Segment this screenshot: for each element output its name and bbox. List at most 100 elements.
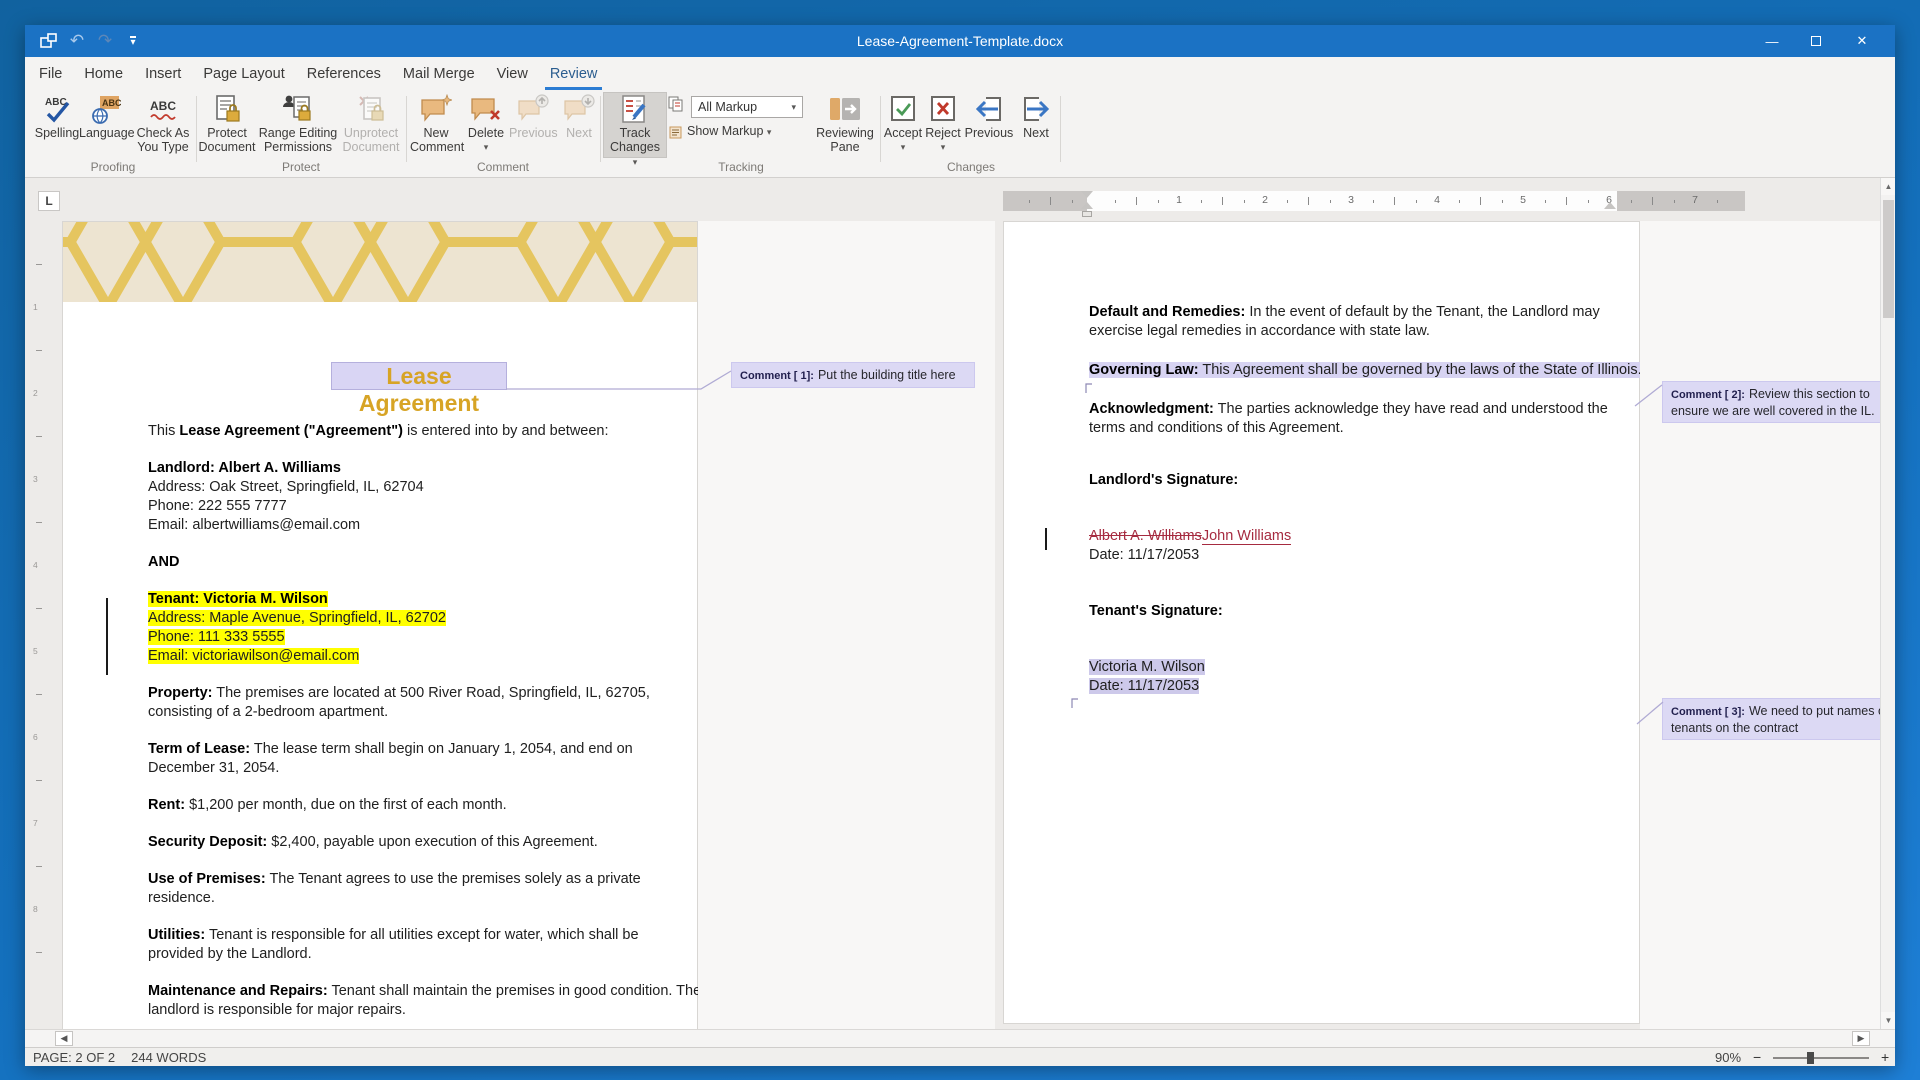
spelling-icon: ABC <box>33 94 81 126</box>
track-changes-button[interactable]: Track Changes ▾ <box>606 94 664 169</box>
comment-margin-left: Comment [ 1]:Put the building title here <box>698 221 995 1029</box>
deleted-text: Albert A. Williams <box>1089 528 1202 544</box>
ribbon-separator <box>196 96 197 162</box>
hanging-indent-marker[interactable] <box>1081 202 1093 209</box>
first-line-indent-marker[interactable] <box>1081 191 1093 198</box>
intro-line: This Lease Agreement ("Agreement") is en… <box>148 422 748 441</box>
default-paragraph: Default and Remedies: In the event of de… <box>1089 303 1600 341</box>
property-paragraph: Property: The premises are located at 50… <box>148 684 748 722</box>
group-label-proofing: Proofing <box>91 160 136 174</box>
document-title: Lease-Agreement-Template.docx <box>25 33 1895 49</box>
reviewing-pane-icon <box>815 94 875 126</box>
utilities-paragraph: Utilities: Tenant is responsible for all… <box>148 926 748 964</box>
tenant-signature-highlighted: Victoria M. Wilson Date: 11/17/2053 <box>1089 658 1205 696</box>
tab-references[interactable]: References <box>296 57 392 90</box>
honeycomb-banner <box>63 222 697 302</box>
governing-law-paragraph: Governing Law: This Agreement shall be g… <box>1089 361 1642 380</box>
maximize-button[interactable] <box>1799 25 1833 57</box>
ruler-number: 7 <box>1692 194 1698 206</box>
page-2[interactable]: Default and Remedies: In the event of de… <box>1003 221 1640 1024</box>
tab-page-layout[interactable]: Page Layout <box>192 57 295 90</box>
tab-view[interactable]: View <box>486 57 539 90</box>
page-indicator[interactable]: PAGE: 2 OF 2 <box>33 1050 115 1065</box>
maximize-icon <box>1811 36 1821 46</box>
previous-change-button[interactable]: Previous <box>963 94 1015 140</box>
tab-review[interactable]: Review <box>539 57 609 90</box>
new-comment-button[interactable]: New Comment <box>410 94 462 154</box>
tab-insert[interactable]: Insert <box>134 57 192 90</box>
new-comment-icon <box>410 94 462 126</box>
spelling-button[interactable]: ABC Spelling <box>33 94 81 140</box>
next-comment-icon <box>558 94 600 126</box>
dropdown-caret-icon: ▾ <box>791 102 796 113</box>
comment-1[interactable]: Comment [ 1]:Put the building title here <box>731 362 975 388</box>
range-editing-permissions-button[interactable]: Range Editing Permissions <box>258 94 338 154</box>
tenant-block-highlighted: Tenant: Victoria M. Wilson Address: Mapl… <box>148 590 748 666</box>
document-heading[interactable]: Lease Agreement <box>331 362 507 390</box>
landlord-signature-label: Landlord's Signature: <box>1089 471 1238 490</box>
track-changes-caret: ▾ <box>633 157 638 167</box>
reviewing-pane-button[interactable]: Reviewing Pane <box>815 94 875 154</box>
minimize-button[interactable]: — <box>1755 25 1789 57</box>
word-count[interactable]: 244 WORDS <box>131 1050 206 1065</box>
accept-change-button[interactable]: Accept ▾ <box>883 94 923 154</box>
svg-text:ABC: ABC <box>102 98 121 108</box>
scroll-down-button[interactable]: ▼ <box>1881 1012 1895 1029</box>
scroll-left-button[interactable]: ◀ <box>55 1031 73 1046</box>
tab-stop-selector[interactable]: L <box>38 191 60 211</box>
tab-mail-merge[interactable]: Mail Merge <box>392 57 486 90</box>
unprotect-document-icon <box>339 94 403 126</box>
ribbon-separator <box>880 96 881 162</box>
unprotect-document-button: Unprotect Document <box>339 94 403 154</box>
scroll-right-button[interactable]: ▶ <box>1852 1031 1870 1046</box>
use-paragraph: Use of Premises: The Tenant agrees to us… <box>148 870 748 908</box>
vertical-scroll-thumb[interactable] <box>1883 200 1894 318</box>
delete-comment-button[interactable]: Delete ▾ <box>463 94 509 154</box>
zoom-slider-track[interactable] <box>1773 1057 1869 1059</box>
ruler-number: 4 <box>1434 194 1440 206</box>
language-icon: ABC <box>79 94 133 126</box>
right-indent-marker[interactable] <box>1604 202 1616 209</box>
check-as-you-type-button[interactable]: ABC Check As You Type <box>133 94 193 154</box>
previous-comment-button: Previous <box>509 94 557 140</box>
change-bar <box>106 598 108 675</box>
ribbon-separator <box>1060 96 1061 162</box>
close-button[interactable]: ✕ <box>1845 25 1879 57</box>
show-markup-icon[interactable] <box>669 126 682 139</box>
svg-text:ABC: ABC <box>150 99 176 113</box>
group-label-protect: Protect <box>282 160 320 174</box>
delete-dropdown-caret[interactable]: ▾ <box>463 140 509 154</box>
protect-document-button[interactable]: Protect Document <box>198 94 256 154</box>
show-markup-button[interactable]: Show Markup ▾ <box>687 124 771 138</box>
markup-view-dropdown[interactable]: All Markup ▾ <box>691 96 803 118</box>
previous-change-icon <box>963 94 1015 126</box>
zoom-level[interactable]: 90% <box>1715 1050 1741 1065</box>
scroll-up-button[interactable]: ▲ <box>1881 178 1895 195</box>
horizontal-scrollbar[interactable]: ◀ ▶ <box>25 1029 1895 1047</box>
zoom-slider-thumb[interactable] <box>1807 1052 1814 1064</box>
zoom-in-button[interactable]: + <box>1881 1049 1889 1065</box>
vertical-ruler[interactable]: 12345678 <box>31 221 47 1026</box>
comment-3[interactable]: Comment [ 3]:We need to put names of ten… <box>1662 698 1881 740</box>
left-indent-marker[interactable] <box>1082 211 1092 217</box>
protect-document-icon <box>198 94 256 126</box>
reject-change-button[interactable]: Reject ▾ <box>923 94 963 154</box>
comment-2[interactable]: Comment [ 2]:Review this section to ensu… <box>1662 381 1881 423</box>
group-label-comment: Comment <box>477 160 529 174</box>
comment-margin-right: Comment [ 2]:Review this section to ensu… <box>1640 221 1881 1029</box>
zoom-out-button[interactable]: − <box>1753 1049 1761 1065</box>
next-change-button[interactable]: Next <box>1015 94 1057 140</box>
rent-paragraph: Rent: $1,200 per month, due on the first… <box>148 796 748 815</box>
language-button[interactable]: ABC Language <box>79 94 133 140</box>
next-comment-button: Next <box>558 94 600 140</box>
horizontal-ruler[interactable]: 1234567 <box>1003 191 1745 211</box>
tab-home[interactable]: Home <box>73 57 134 90</box>
page1-body[interactable]: This Lease Agreement ("Agreement") is en… <box>148 422 748 1029</box>
copy-markup-icon[interactable] <box>668 96 684 112</box>
ruler-number: 1 <box>1176 194 1182 206</box>
and-label: AND <box>148 554 179 570</box>
page-1[interactable]: Lease Agreement This Lease Agreement ("A… <box>62 221 698 1029</box>
tab-file[interactable]: File <box>28 57 73 90</box>
maintenance-paragraph: Maintenance and Repairs: Tenant shall ma… <box>148 982 748 1020</box>
vertical-scrollbar[interactable]: ▲ ▼ <box>1880 178 1895 1029</box>
